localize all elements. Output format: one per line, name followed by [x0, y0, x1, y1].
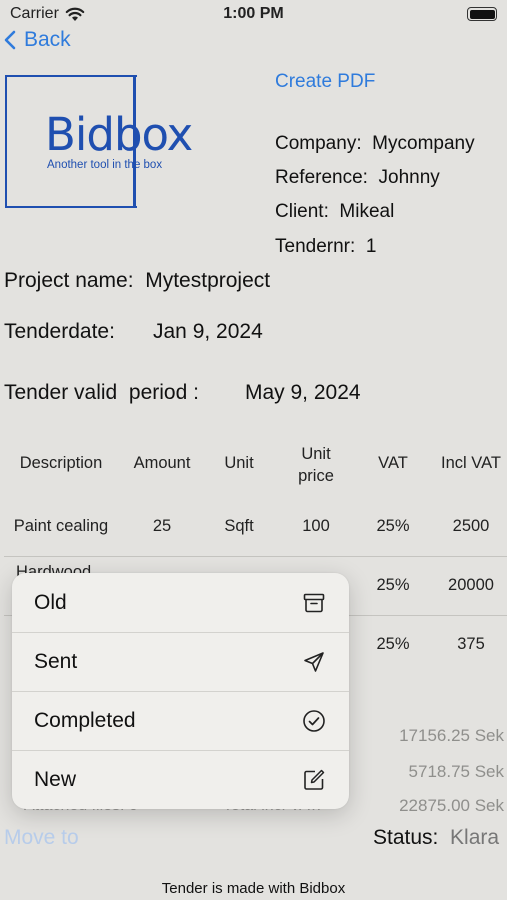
tender-valid-value: May 9, 2024: [245, 381, 361, 404]
logo-tagline: Another tool in the box: [47, 159, 163, 171]
company-value: Mycompany: [372, 133, 475, 154]
cell-vat: 25%: [376, 635, 410, 653]
tender-status[interactable]: Status: Klara: [373, 826, 499, 850]
cell-unit: Sqft: [224, 517, 254, 535]
menu-item-label: New: [34, 767, 77, 791]
row-divider: [4, 556, 507, 557]
client-info: Client: Mikeal: [275, 201, 394, 223]
status-bar-time: 1:00 PM: [223, 5, 284, 22]
project-name-label: Project name:: [4, 269, 134, 292]
project-name-value: Mytestproject: [145, 269, 271, 292]
menu-item-sent[interactable]: Sent: [12, 632, 349, 691]
move-to-button[interactable]: Move to: [4, 826, 79, 850]
cell-amount: 25: [152, 517, 172, 535]
archive-icon: [301, 590, 327, 616]
cell-incl-vat: 2500: [452, 517, 490, 535]
col-header-unit: Unit: [224, 454, 254, 472]
compose-icon: [301, 767, 327, 793]
reference-label: Reference:: [275, 167, 368, 188]
cell-incl-vat: 20000: [448, 576, 494, 594]
total-vat: 5718.75 Sek: [408, 762, 504, 781]
menu-item-label: Sent: [34, 649, 78, 673]
back-button[interactable]: Back: [4, 28, 71, 52]
reference-info: Reference: Johnny: [275, 167, 440, 189]
reference-value: Johnny: [378, 167, 440, 188]
company-info: Company: Mycompany: [275, 133, 475, 155]
cell-unit-price: 100: [302, 517, 330, 535]
tendernr-info: Tendernr: 1: [275, 236, 376, 258]
total-incl-vat: 22875.00 Sek: [399, 796, 504, 815]
tenderdate-label: Tenderdate:: [4, 320, 115, 343]
battery-icon: [467, 7, 497, 21]
total-excl-vat: 17156.25 Sek: [399, 726, 504, 745]
col-header-unit-price: Unit price: [298, 445, 334, 485]
cell-vat: 25%: [376, 517, 410, 535]
col-header-incl-vat: Incl VAT: [441, 454, 501, 472]
client-label: Client:: [275, 201, 329, 222]
cell-vat: 25%: [376, 576, 410, 594]
checkmark-circle-icon: [301, 708, 327, 734]
back-label: Back: [24, 28, 71, 51]
status-label: Status:: [373, 826, 439, 849]
project-name: Project name: Mytestproject: [4, 269, 270, 293]
cell-description: Paint cealing: [13, 517, 109, 535]
menu-item-new[interactable]: New: [12, 750, 349, 809]
chevron-left-icon: [4, 30, 16, 50]
col-header-description: Description: [19, 454, 103, 472]
status-value: Klara: [450, 826, 500, 849]
col-header-amount: Amount: [133, 454, 191, 472]
cell-incl-vat: 375: [457, 635, 485, 653]
paper-plane-icon: [301, 649, 327, 675]
tendernr-value: 1: [365, 236, 377, 257]
move-to-menu: Old Sent Completed New: [12, 573, 349, 809]
tendernr-label: Tendernr:: [275, 236, 356, 257]
tenderdate-value: Jan 9, 2024: [153, 320, 263, 343]
client-value: Mikeal: [339, 201, 395, 222]
logo-title: Bidbox: [45, 108, 193, 161]
menu-item-old[interactable]: Old: [12, 573, 349, 632]
menu-item-label: Old: [34, 590, 67, 614]
footer-text: Tender is made with Bidbox: [161, 880, 346, 897]
col-header-vat: VAT: [378, 454, 408, 472]
menu-item-completed[interactable]: Completed: [12, 691, 349, 750]
menu-item-label: Completed: [34, 708, 136, 732]
company-label: Company:: [275, 133, 362, 154]
tender-valid-label: Tender valid period :: [4, 381, 199, 404]
create-pdf-button[interactable]: Create PDF: [275, 71, 375, 93]
